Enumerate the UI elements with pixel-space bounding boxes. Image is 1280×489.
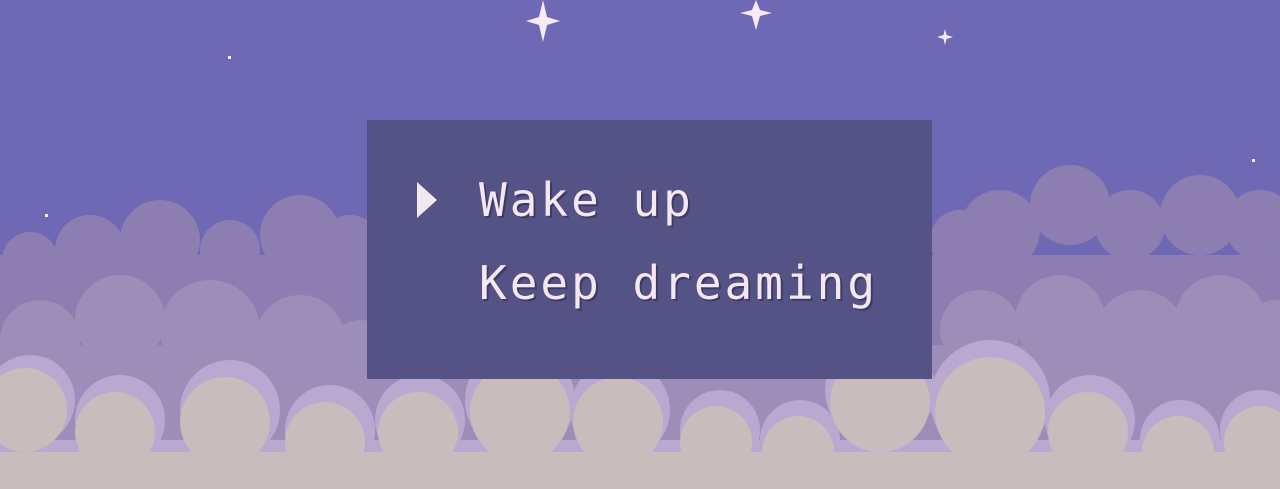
menu-option-keep-dreaming[interactable]: Keep dreaming bbox=[479, 258, 878, 308]
star-dot bbox=[1252, 159, 1255, 162]
star-dot bbox=[45, 214, 48, 217]
dream-scene: Wake up Keep dreaming bbox=[0, 0, 1280, 489]
star-dot bbox=[228, 56, 231, 59]
menu-option-wake-up[interactable]: Wake up bbox=[479, 175, 694, 225]
choice-menu-panel: Wake up Keep dreaming bbox=[367, 120, 932, 379]
choice-menu: Wake up Keep dreaming bbox=[367, 120, 932, 379]
